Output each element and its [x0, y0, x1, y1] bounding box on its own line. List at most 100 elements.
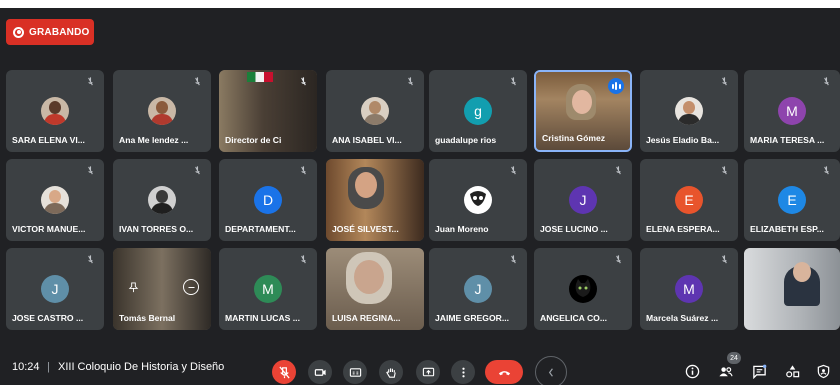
- avatar: E: [675, 186, 703, 214]
- participant-tile[interactable]: E ELENA ESPERA...: [640, 159, 738, 241]
- mic-muted-icon: [719, 76, 730, 87]
- avatar: J: [41, 275, 69, 303]
- participant-name: JOSE LUCINO ...: [540, 224, 608, 234]
- participant-tile[interactable]: VICTOR MANUE...: [6, 159, 104, 241]
- participant-name: SARA ELENA VI...: [12, 135, 85, 145]
- mic-muted-icon: [192, 165, 203, 176]
- people-icon[interactable]: [716, 362, 734, 380]
- avatar: M: [254, 275, 282, 303]
- participant-name: Jesús Eladio Ba...: [646, 135, 720, 145]
- person-face: [793, 262, 811, 282]
- participant-tile[interactable]: LUISA REGINA...: [326, 248, 424, 330]
- separator: |: [47, 361, 50, 373]
- participant-tile[interactable]: JOSÉ SILVEST...: [326, 159, 424, 241]
- avatar: E: [778, 186, 806, 214]
- recording-label: GRABANDO: [29, 26, 90, 38]
- participant-name: MARTIN LUCAS ...: [225, 313, 300, 323]
- mic-muted-icon: [85, 76, 96, 87]
- avatar: g: [464, 97, 492, 125]
- end-call-icon[interactable]: [485, 360, 523, 384]
- participant-tile[interactable]: Ana Me lendez ...: [113, 70, 211, 152]
- participant-name: ANGELICA CO...: [540, 313, 607, 323]
- avatar: [148, 186, 176, 214]
- mic-muted-icon: [192, 76, 203, 87]
- more-options-icon[interactable]: [451, 360, 475, 384]
- participant-tile[interactable]: Tomás Bernal: [113, 248, 211, 330]
- participant-tile[interactable]: J JOSE LUCINO ...: [534, 159, 632, 241]
- avatar: [464, 186, 492, 214]
- participant-name: Tomás Bernal: [119, 313, 176, 323]
- mic-muted-icon: [821, 165, 832, 176]
- mic-muted-icon: [85, 254, 96, 265]
- participant-name: Juan Moreno: [435, 224, 489, 234]
- mic-muted-icon: [613, 165, 624, 176]
- pin-icon[interactable]: [125, 279, 141, 295]
- participant-count-badge: 24: [727, 352, 741, 364]
- participant-tile[interactable]: ANA ISABEL VI...: [326, 70, 424, 152]
- flag-graphic: [247, 72, 273, 82]
- avatar: D: [254, 186, 282, 214]
- avatar: M: [675, 275, 703, 303]
- chat-icon[interactable]: [750, 362, 768, 380]
- participant-tile[interactable]: Juan Moreno: [429, 159, 527, 241]
- remove-icon[interactable]: [183, 279, 199, 295]
- participant-tile[interactable]: M MARTIN LUCAS ...: [219, 248, 317, 330]
- avatar: J: [569, 186, 597, 214]
- participant-name: Marcela Suárez ...: [646, 313, 719, 323]
- cat-avatar-icon: [569, 275, 597, 303]
- avatar: [148, 97, 176, 125]
- mic-muted-icon: [719, 165, 730, 176]
- participant-tile-active-speaker[interactable]: Cristina Gómez: [534, 70, 632, 152]
- raise-hand-icon[interactable]: [379, 360, 403, 384]
- avatar: [361, 97, 389, 125]
- mic-muted-icon: [298, 76, 309, 87]
- participant-tile[interactable]: J JAIME GREGOR...: [429, 248, 527, 330]
- mic-muted-icon: [613, 254, 624, 265]
- activities-icon[interactable]: [783, 362, 801, 380]
- info-icon[interactable]: [683, 362, 701, 380]
- participant-name: ANA ISABEL VI...: [332, 135, 402, 145]
- meeting-title: XIII Coloquio De Historia y Diseño: [58, 361, 225, 373]
- mic-muted-icon: [508, 76, 519, 87]
- participant-tile[interactable]: ANGELICA CO...: [534, 248, 632, 330]
- avatar: [41, 97, 69, 125]
- participant-tile[interactable]: [744, 248, 840, 330]
- participant-name: Cristina Gómez: [542, 133, 606, 143]
- participant-name: JOSÉ SILVEST...: [332, 224, 399, 234]
- participant-tile[interactable]: D DEPARTAMENT...: [219, 159, 317, 241]
- participant-name: ELIZABETH ESP...: [750, 224, 824, 234]
- recording-badge: GRABANDO: [6, 19, 94, 45]
- participant-tile[interactable]: M Marcela Suárez ...: [640, 248, 738, 330]
- participant-name: JAIME GREGOR...: [435, 313, 510, 323]
- avatar: M: [778, 97, 806, 125]
- mic-muted-icon: [508, 165, 519, 176]
- meeting-clock: 10:24: [12, 361, 40, 373]
- participant-tile[interactable]: IVAN TORRES O...: [113, 159, 211, 241]
- mic-muted-icon: [405, 76, 416, 87]
- participant-tile[interactable]: Director de Ci: [219, 70, 317, 152]
- avatar: J: [464, 275, 492, 303]
- mic-muted-icon: [821, 76, 832, 87]
- person-face: [354, 260, 384, 294]
- mic-muted-icon: [298, 254, 309, 265]
- meeting-controls-bar: 10:24 | XIII Coloquio De Historia y Dise…: [0, 350, 840, 385]
- participant-tile[interactable]: Jesús Eladio Ba...: [640, 70, 738, 152]
- avatar: [675, 97, 703, 125]
- camera-icon[interactable]: [308, 360, 332, 384]
- participant-tile[interactable]: M MARIA TERESA ...: [744, 70, 840, 152]
- participant-tile[interactable]: SARA ELENA VI...: [6, 70, 104, 152]
- present-screen-icon[interactable]: [416, 360, 440, 384]
- captions-icon[interactable]: [343, 360, 367, 384]
- host-controls-icon[interactable]: [814, 362, 832, 380]
- recording-icon: [13, 26, 24, 38]
- mic-muted-icon: [85, 165, 96, 176]
- reactions-icon[interactable]: [535, 356, 567, 385]
- participant-tile[interactable]: J JOSE CASTRO ...: [6, 248, 104, 330]
- mic-off-icon[interactable]: [272, 360, 296, 384]
- participant-tile[interactable]: g guadalupe rios: [429, 70, 527, 152]
- participant-tile[interactable]: E ELIZABETH ESP...: [744, 159, 840, 241]
- person-face: [355, 172, 377, 198]
- participant-name: ELENA ESPERA...: [646, 224, 720, 234]
- speaking-indicator-icon: [608, 78, 624, 94]
- participant-name: JOSE CASTRO ...: [12, 313, 84, 323]
